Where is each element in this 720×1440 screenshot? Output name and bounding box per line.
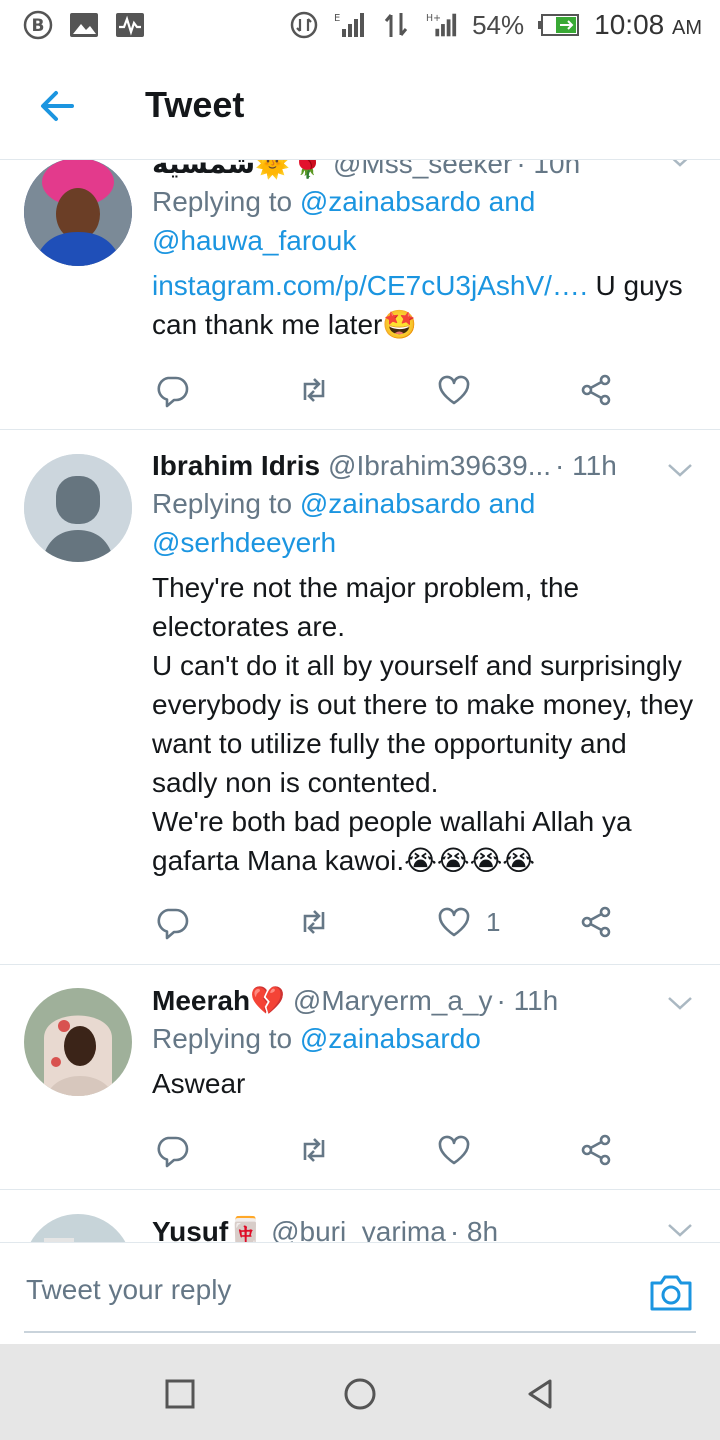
- share-icon: [581, 374, 611, 406]
- battery-icon: [538, 11, 580, 39]
- b-badge-icon: B: [22, 10, 54, 40]
- tweet-text: They're not the major problem, the elect…: [152, 572, 694, 876]
- timestamp: · 8h: [449, 1216, 499, 1242]
- tweet-item[interactable]: Meerah💔 @Maryerm_a_y · 11h Replying to @…: [0, 965, 720, 1190]
- arrow-left-icon: [41, 91, 74, 121]
- like-button[interactable]: [436, 1128, 486, 1172]
- avatar[interactable]: [24, 1214, 132, 1242]
- tweet-header: Ibrahim Idris @Ibrahim39639... · 11h: [152, 448, 662, 484]
- tweet-actions: 1: [152, 900, 622, 944]
- reply-button[interactable]: [154, 1128, 190, 1172]
- replying-joiner: and: [488, 186, 536, 217]
- tweet-header: شمسيه🌞🌹 @Mss_seeker · 10h: [152, 160, 696, 182]
- signal-e-icon: E: [334, 11, 366, 39]
- battery-percent: 54%: [472, 9, 525, 40]
- tweet-item[interactable]: Yusuf🀄 @buri_yarima · 8h: [0, 1190, 720, 1242]
- mention-link[interactable]: @zainabsardo: [300, 488, 481, 519]
- retweet-button[interactable]: [296, 1128, 332, 1172]
- input-underline: [24, 1331, 696, 1333]
- camera-icon: [650, 1275, 692, 1311]
- avatar[interactable]: [24, 160, 132, 266]
- tweet-header: Meerah💔 @Maryerm_a_y · 11h: [152, 983, 696, 1019]
- username[interactable]: @Maryerm_a_y: [293, 983, 493, 1019]
- timestamp: · 10h: [516, 160, 581, 179]
- retweet-button[interactable]: [296, 368, 332, 412]
- reply-input[interactable]: [24, 1265, 628, 1315]
- mention-link[interactable]: @hauwa_farouk: [152, 225, 356, 256]
- mention-link[interactable]: @zainabsardo: [300, 186, 481, 217]
- recents-button[interactable]: [162, 1376, 198, 1412]
- retweet-icon: [303, 910, 325, 934]
- data-arrows-icon: [380, 11, 412, 39]
- retweet-icon: [303, 1138, 325, 1162]
- home-circle-icon: [344, 1378, 376, 1410]
- replying-to: Replying to @zainabsardo and @hauwa_faro…: [152, 186, 536, 256]
- top-app-bar: Tweet: [0, 50, 720, 160]
- share-button[interactable]: [578, 368, 614, 412]
- activity-icon: [114, 11, 146, 39]
- retweet-button[interactable]: [296, 900, 332, 944]
- username[interactable]: @Ibrahim39639...: [328, 448, 551, 484]
- avatar[interactable]: [24, 988, 132, 1096]
- reply-button[interactable]: [154, 368, 190, 412]
- username[interactable]: @buri_yarima: [271, 1214, 446, 1242]
- svg-text:H+: H+: [426, 13, 441, 24]
- reply-feed[interactable]: شمسيه🌞🌹 @Mss_seeker · 10h Replying to @z…: [0, 160, 720, 1242]
- display-name[interactable]: Yusuf🀄: [152, 1214, 263, 1242]
- system-nav-bar: [0, 1344, 720, 1440]
- status-bar: B E H+ 54% 10:08 AM: [0, 0, 720, 50]
- tweet-header: Yusuf🀄 @buri_yarima · 8h: [152, 1214, 696, 1242]
- camera-button[interactable]: [648, 1273, 694, 1313]
- home-button[interactable]: [342, 1376, 378, 1412]
- timestamp: · 11h: [496, 985, 559, 1016]
- reply-icon: [157, 1136, 189, 1168]
- tweet-item[interactable]: Ibrahim Idris @Ibrahim39639... · 11h Rep…: [0, 430, 720, 965]
- replying-joiner: and: [488, 488, 536, 519]
- heart-icon: [438, 1135, 470, 1165]
- display-name[interactable]: Ibrahim Idris: [152, 448, 320, 484]
- heart-icon: [438, 375, 470, 405]
- like-count: 1: [486, 906, 501, 937]
- back-button[interactable]: [36, 84, 80, 128]
- like-button[interactable]: 1: [436, 900, 500, 944]
- tweet-text: instagram.com/p/CE7cU3jAshV/…. U guys ca…: [152, 270, 683, 340]
- url-link[interactable]: instagram.com/p/CE7cU3jAshV/….: [152, 270, 588, 301]
- tweet-actions: [152, 368, 622, 412]
- data-saver-icon: [288, 11, 320, 39]
- mention-link[interactable]: @serhdeeyerh: [152, 527, 336, 558]
- back-triangle-icon: [528, 1379, 552, 1409]
- svg-text:E: E: [334, 13, 340, 24]
- reply-button[interactable]: [154, 900, 190, 944]
- share-button[interactable]: [578, 900, 614, 944]
- timestamp: · 11h: [555, 450, 617, 481]
- share-icon: [581, 1134, 611, 1166]
- mention-link[interactable]: @zainabsardo: [300, 1023, 481, 1054]
- like-button[interactable]: [436, 368, 486, 412]
- tweet-actions: [152, 1128, 622, 1172]
- image-icon: [68, 11, 100, 39]
- display-name[interactable]: شمسيه🌞🌹: [152, 160, 325, 182]
- recents-square-icon: [165, 1379, 195, 1409]
- share-icon: [581, 906, 611, 938]
- avatar[interactable]: [24, 454, 132, 562]
- svg-text:B: B: [32, 16, 45, 36]
- clock: 10:08 AM: [594, 9, 702, 40]
- reply-icon: [157, 376, 189, 408]
- display-name[interactable]: Meerah💔: [152, 983, 285, 1019]
- share-button[interactable]: [578, 1128, 614, 1172]
- reply-composer: [0, 1242, 720, 1344]
- signal-h-plus-icon: H+: [426, 11, 458, 39]
- tweet-text: Aswear: [152, 1068, 246, 1099]
- replying-to: Replying to @zainabsardo and @serhdeeyer…: [152, 488, 536, 558]
- username[interactable]: @Mss_seeker: [333, 160, 512, 182]
- back-nav-button[interactable]: [522, 1376, 558, 1412]
- reply-icon: [157, 908, 189, 940]
- heart-icon: [438, 907, 470, 937]
- replying-to: Replying to @zainabsardo: [152, 1023, 481, 1054]
- tweet-item[interactable]: شمسيه🌞🌹 @Mss_seeker · 10h Replying to @z…: [0, 160, 720, 430]
- page-title: Tweet: [145, 84, 245, 125]
- retweet-icon: [303, 378, 325, 402]
